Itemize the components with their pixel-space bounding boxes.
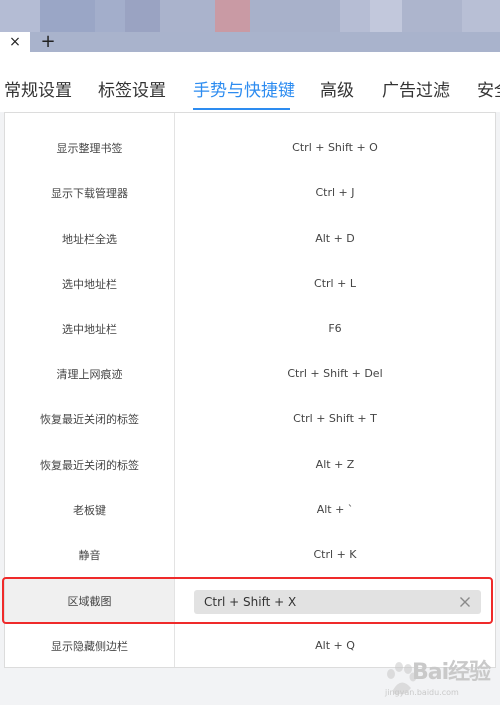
browser-tab-bar: × + (0, 32, 500, 52)
table-row: 恢复最近关闭的标签 Alt + Z (5, 442, 495, 487)
shortcut-key[interactable]: Ctrl + Shift + Del (175, 351, 495, 396)
shortcut-key[interactable]: Ctrl + Shift + O (175, 125, 495, 170)
active-tab[interactable]: × (0, 32, 30, 52)
shortcut-key[interactable]: Ctrl + J (175, 170, 495, 215)
shortcut-name: 地址栏全选 (62, 232, 117, 246)
shortcut-key[interactable]: Ctrl + K (175, 532, 495, 577)
tab-advanced[interactable]: 高级 (320, 80, 354, 102)
shortcut-name: 清理上网痕迹 (56, 367, 123, 381)
table-row: 选中地址栏 F6 (5, 306, 495, 351)
table-row: 静音 Ctrl + K (5, 532, 495, 577)
active-tab-indicator (193, 108, 290, 110)
tab-gestures-shortcuts[interactable]: 手势与快捷键 (193, 80, 295, 102)
shortcut-name: 静音 (78, 548, 101, 562)
shortcut-key[interactable]: Ctrl + Shift + T (175, 396, 495, 441)
shortcut-key[interactable]: Alt + ` (175, 487, 495, 532)
shortcut-name: 区域截图 (5, 578, 174, 623)
tab-general-settings[interactable]: 常规设置 (4, 80, 72, 102)
tab-tab-settings[interactable]: 标签设置 (98, 80, 166, 102)
clear-shortcut-icon[interactable] (457, 594, 473, 610)
settings-nav: 常规设置 标签设置 手势与快捷键 高级 广告过滤 安全 (0, 52, 500, 112)
browser-titlebar (0, 0, 500, 32)
shortcut-table: 显示整理书签 Ctrl + Shift + O 显示下载管理器 Ctrl + J… (4, 112, 496, 668)
shortcut-name: 选中地址栏 (62, 322, 117, 336)
table-row: 老板键 Alt + ` (5, 487, 495, 532)
table-row: 地址栏全选 Alt + D (5, 216, 495, 261)
tab-security[interactable]: 安全 (477, 80, 500, 102)
watermark-text: Bai经验 (412, 660, 491, 685)
shortcut-key[interactable]: Alt + D (175, 216, 495, 261)
shortcut-key[interactable]: Alt + Z (175, 442, 495, 487)
tab-ad-filter[interactable]: 广告过滤 (382, 80, 450, 102)
close-tab-icon[interactable]: × (9, 35, 21, 49)
shortcut-name: 显示隐藏侧边栏 (51, 639, 128, 653)
shortcut-name: 老板键 (73, 503, 106, 517)
shortcut-name: 显示整理书签 (56, 141, 123, 155)
shortcut-key[interactable]: F6 (175, 306, 495, 351)
table-row: 清理上网痕迹 Ctrl + Shift + Del (5, 351, 495, 396)
table-row: 显示下载管理器 Ctrl + J (5, 170, 495, 215)
watermark-url: jingyan.baidu.com (385, 688, 459, 697)
shortcut-name: 显示下载管理器 (51, 186, 128, 200)
shortcut-edit-value: Ctrl + Shift + X (204, 595, 297, 609)
table-row: 恢复最近关闭的标签 Ctrl + Shift + T (5, 396, 495, 441)
table-row: 显示整理书签 Ctrl + Shift + O (5, 125, 495, 170)
table-row-selected: 区域截图 Ctrl + Shift + X (5, 578, 495, 623)
shortcut-edit-field[interactable]: Ctrl + Shift + X (194, 590, 481, 614)
new-tab-icon[interactable]: + (38, 32, 58, 52)
shortcut-name: 恢复最近关闭的标签 (40, 412, 139, 426)
shortcut-key[interactable]: Ctrl + L (175, 261, 495, 306)
shortcut-name: 选中地址栏 (62, 277, 117, 291)
table-row: 选中地址栏 Ctrl + L (5, 261, 495, 306)
shortcut-name: 恢复最近关闭的标签 (40, 458, 139, 472)
